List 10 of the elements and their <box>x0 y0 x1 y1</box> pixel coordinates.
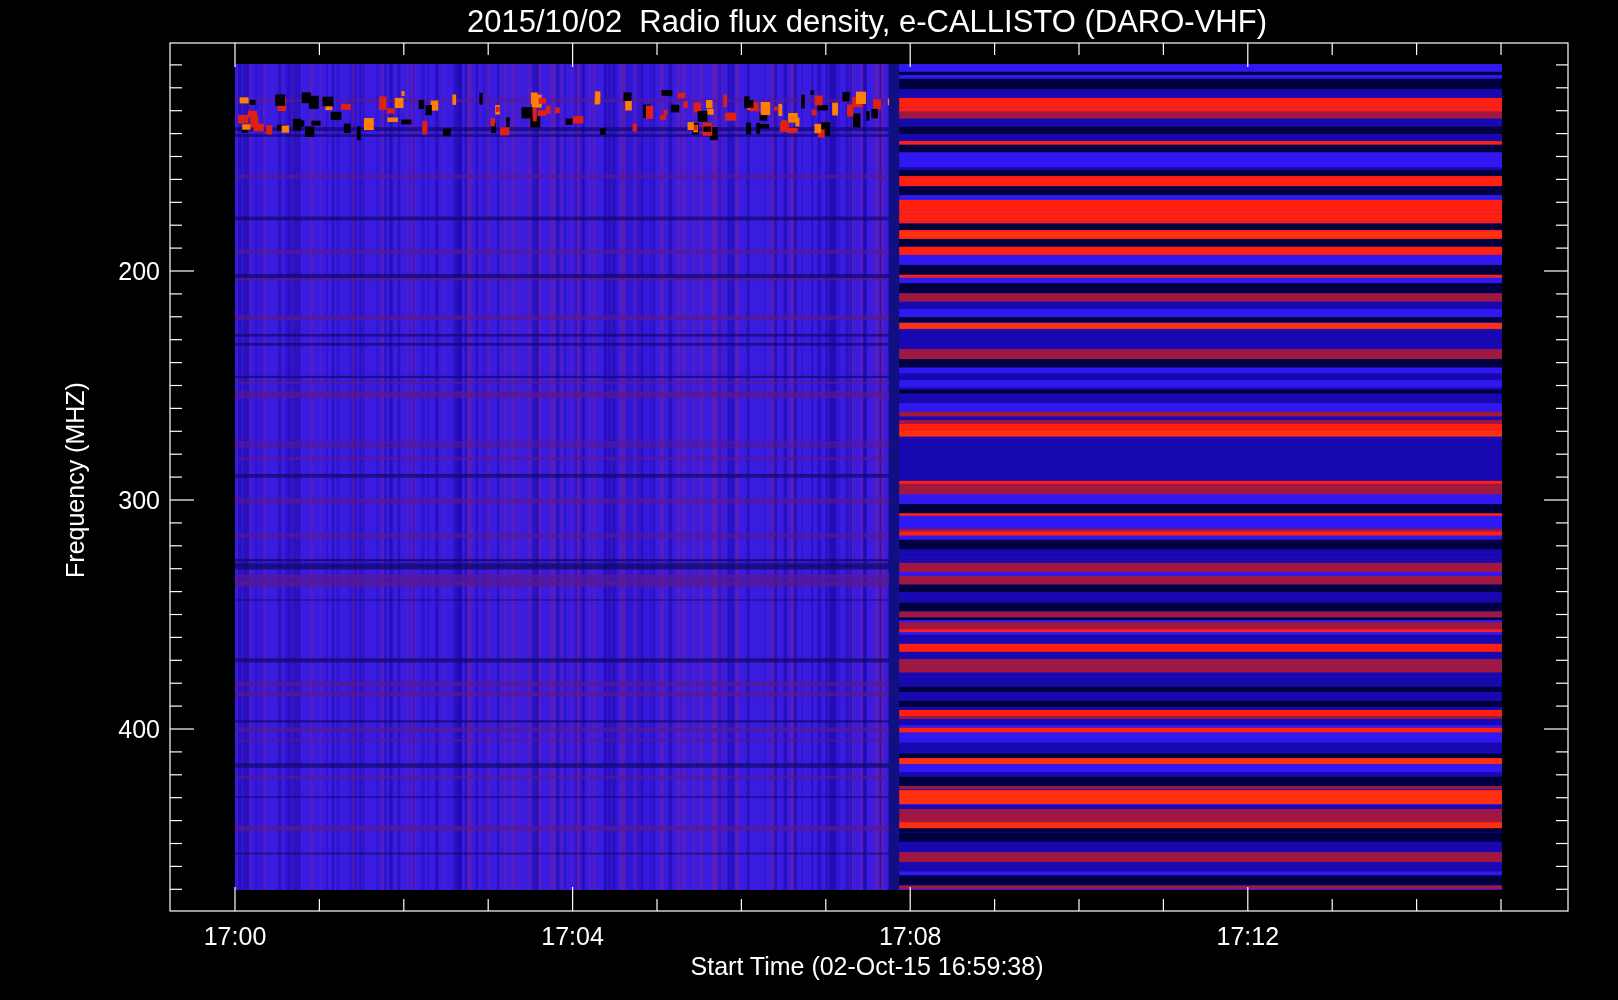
x-tick-label: 17:04 <box>541 922 604 950</box>
x-axis-label: Start Time (02-Oct-15 16:59:38) <box>690 952 1044 980</box>
y-axis-label: Frequency (MHZ) <box>61 382 89 578</box>
x-tick-label: 17:12 <box>1216 922 1280 950</box>
y-tick-label: 400 <box>118 715 160 743</box>
x-tick-label: 17:08 <box>878 922 942 950</box>
y-tick-label: 300 <box>118 486 160 514</box>
plot-title: 2015/10/02 Radio flux density, e-CALLISTO (DARO-VHF) <box>467 4 1267 39</box>
x-tick-label: 17:00 <box>203 922 267 950</box>
y-tick-label: 200 <box>118 257 160 285</box>
